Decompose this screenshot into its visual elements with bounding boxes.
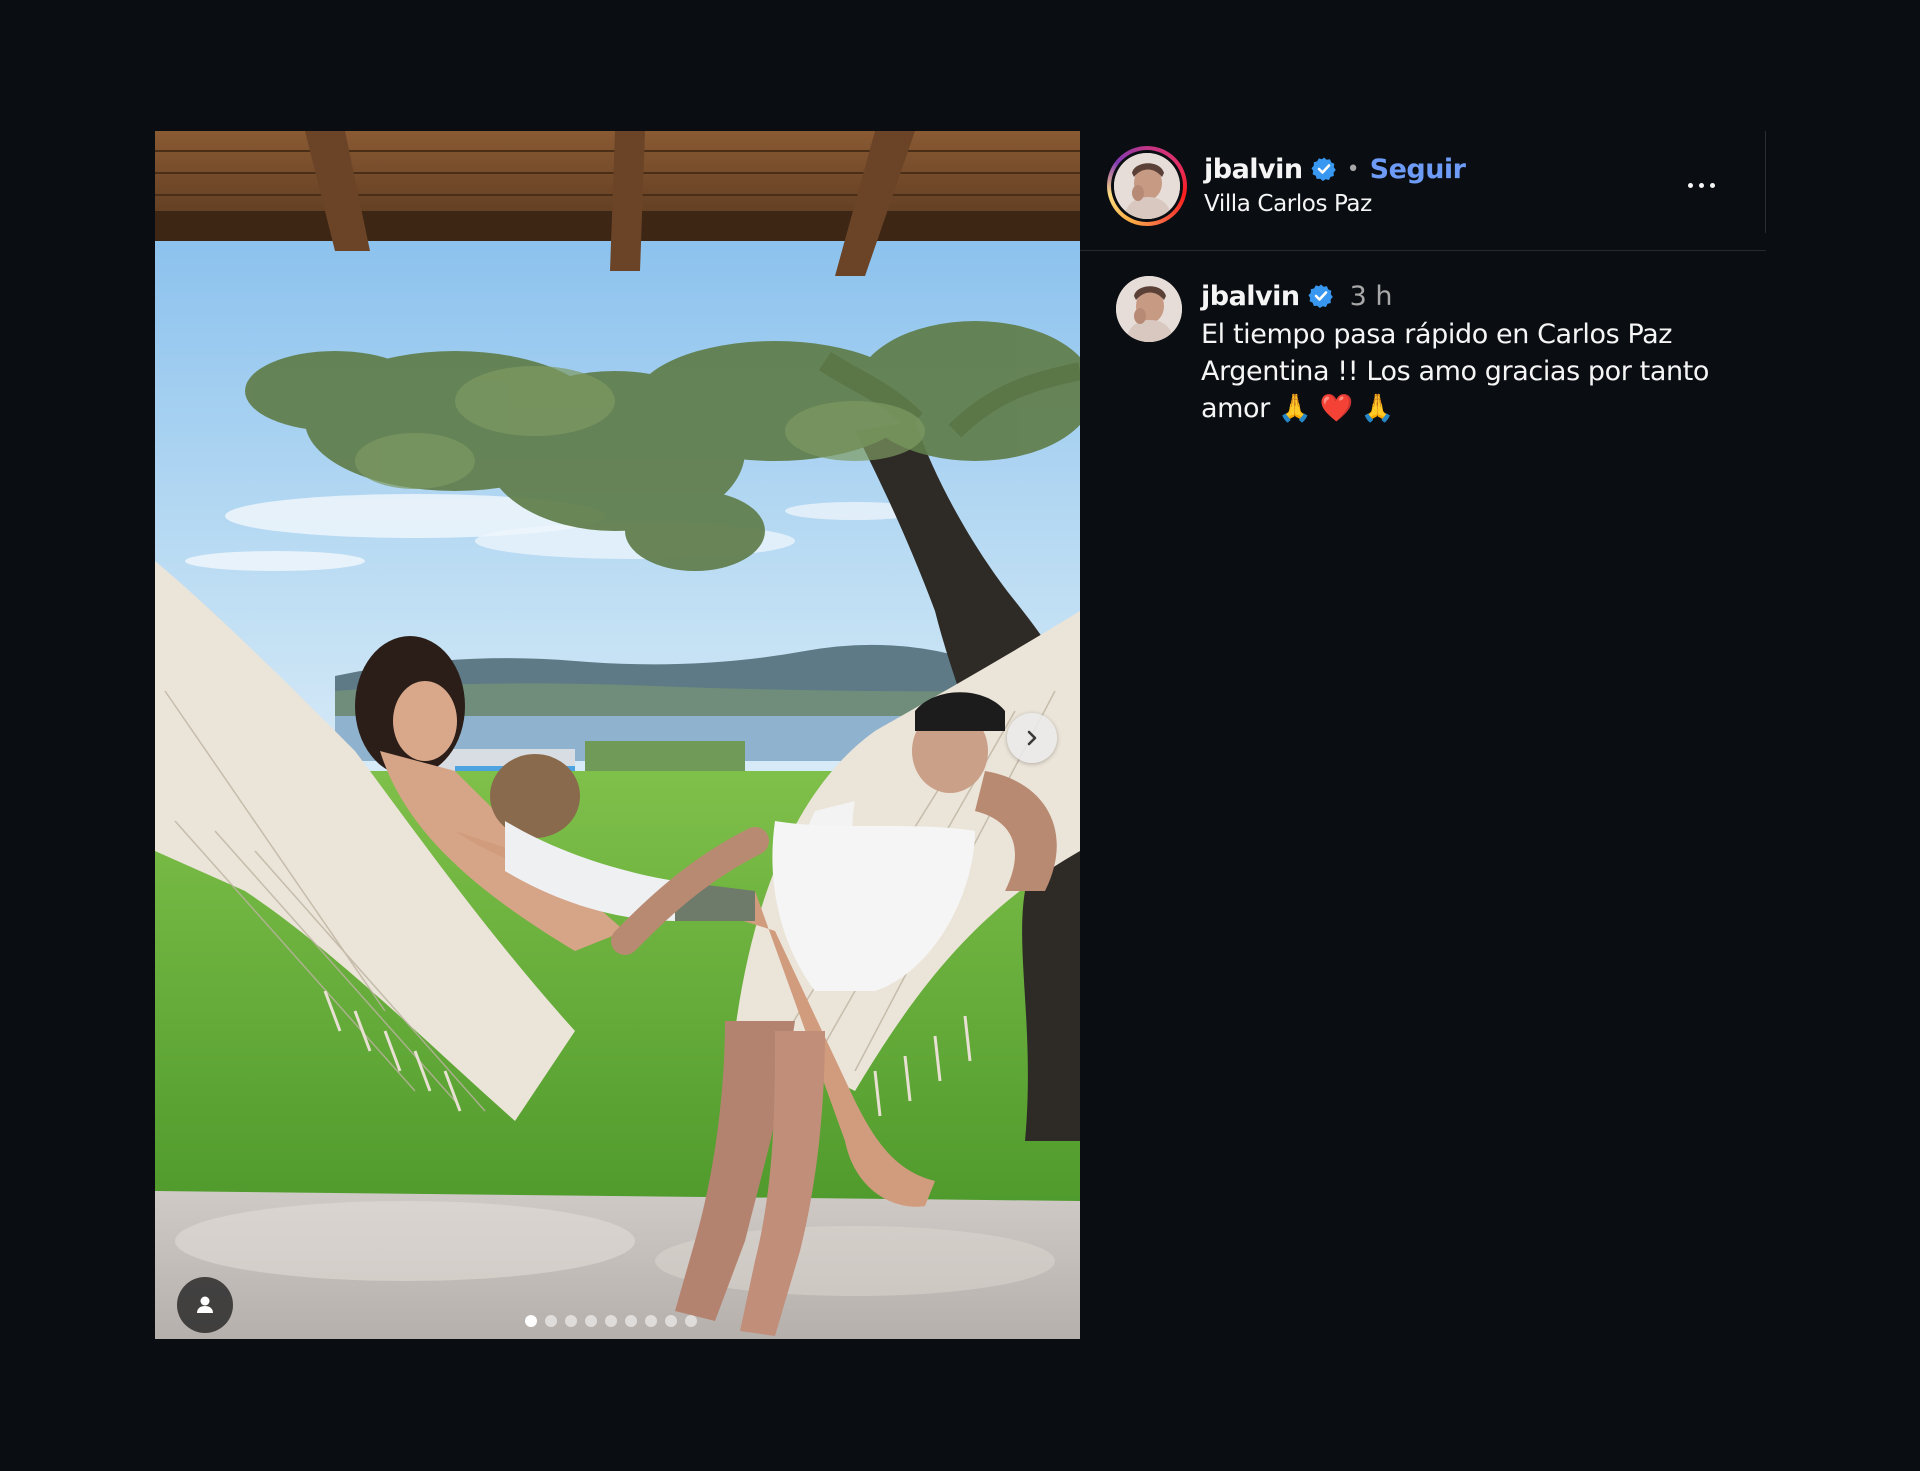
post-side-panel: jbalvin • Seguir Villa Carlos Paz jbalvi… <box>1080 131 1766 1339</box>
carousel-dot <box>605 1315 617 1327</box>
avatar[interactable] <box>1114 153 1180 219</box>
comment-timestamp[interactable]: 3 h <box>1350 281 1393 312</box>
carousel-indicator <box>155 1315 1080 1327</box>
post-photo <box>155 131 1080 1339</box>
next-slide-button[interactable] <box>1007 713 1057 763</box>
location-link[interactable]: Villa Carlos Paz <box>1204 191 1466 217</box>
story-ring[interactable] <box>1107 146 1187 226</box>
user-tag-icon <box>197 1296 213 1313</box>
follow-button[interactable]: Seguir <box>1370 154 1466 185</box>
more-options-button[interactable] <box>1676 171 1726 199</box>
carousel-dot <box>625 1315 637 1327</box>
carousel-dot <box>645 1315 657 1327</box>
carousel-dot <box>545 1315 557 1327</box>
avatar[interactable] <box>1116 276 1182 342</box>
post-media[interactable] <box>155 131 1080 1339</box>
post-header-info: jbalvin • Seguir Villa Carlos Paz <box>1204 149 1466 218</box>
separator-dot: • <box>1346 156 1360 182</box>
username-link[interactable]: jbalvin <box>1204 154 1303 185</box>
post-modal: jbalvin • Seguir Villa Carlos Paz jbalvi… <box>155 131 1766 1339</box>
verified-badge-icon <box>1308 284 1333 308</box>
profile-photo <box>1116 276 1182 342</box>
panel-divider <box>1765 131 1766 233</box>
chevron-right-icon <box>1027 730 1037 746</box>
carousel-dot <box>525 1315 537 1327</box>
carousel-dot <box>585 1315 597 1327</box>
caption-text: El tiempo pasa rápido en Carlos Paz Arge… <box>1201 319 1710 424</box>
more-horizontal-icon <box>1687 182 1693 188</box>
carousel-dot <box>665 1315 677 1327</box>
carousel-dot <box>685 1315 697 1327</box>
verified-badge-icon <box>1311 157 1336 181</box>
post-header: jbalvin • Seguir Villa Carlos Paz <box>1080 131 1766 251</box>
comment-username-link[interactable]: jbalvin <box>1201 281 1300 312</box>
carousel-dot <box>565 1315 577 1327</box>
profile-photo <box>1114 153 1180 219</box>
